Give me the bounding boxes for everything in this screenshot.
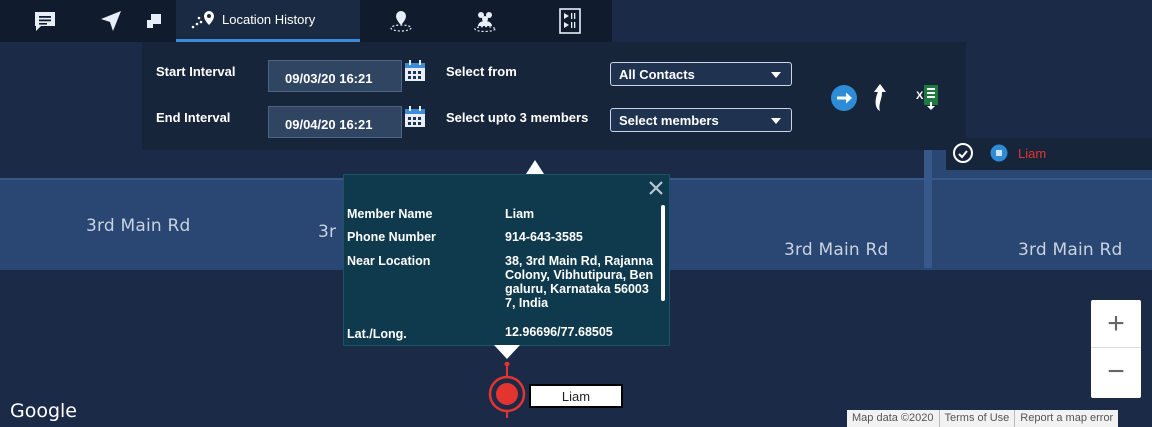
- stop-button-icon[interactable]: [990, 144, 1008, 162]
- map-data-credit: Map data ©2020: [852, 412, 934, 424]
- members-label: Select upto 3 members: [446, 110, 589, 125]
- zoom-control: + −: [1091, 300, 1141, 398]
- excel-export-icon[interactable]: X: [914, 82, 940, 110]
- playback-button[interactable]: [528, 0, 612, 42]
- start-interval-label: Start Interval: [156, 64, 236, 79]
- zoom-in-button[interactable]: +: [1091, 300, 1141, 348]
- map-credits: Map data ©2020 Terms of Use Report a map…: [847, 410, 1119, 427]
- near-location-key: Near Location: [347, 254, 431, 268]
- phone-number-key: Phone Number: [347, 230, 436, 244]
- chevron-down-icon: [771, 118, 781, 124]
- report-map-error-link[interactable]: Report a map error: [1014, 410, 1118, 427]
- phone-number-value: 914-643-3585: [505, 230, 583, 244]
- svg-text:X: X: [916, 90, 924, 102]
- zoom-out-button[interactable]: −: [1091, 348, 1141, 396]
- group-button[interactable]: [442, 0, 528, 42]
- lat-long-key: Lat./Long.: [347, 327, 407, 341]
- message-icon: [35, 12, 55, 31]
- road-label: 3rd Main Rd: [86, 216, 191, 236]
- history-filter-panel: Start Interval 09/03/20 16:21 End Interv…: [142, 42, 966, 150]
- select-from-label: Select from: [446, 64, 517, 79]
- navigate-button[interactable]: [90, 0, 132, 42]
- member-legend: Liam: [946, 138, 1152, 170]
- start-interval-input[interactable]: 09/03/20 16:21: [268, 60, 402, 92]
- popup-scrollbar[interactable]: [661, 205, 665, 301]
- go-arrow-icon[interactable]: [830, 84, 858, 112]
- road-label: 3rd Main Rd: [784, 240, 889, 260]
- location-marker-icon[interactable]: [486, 362, 528, 420]
- lat-long-value: 12.96696/77.68505: [505, 325, 613, 339]
- geofence-button[interactable]: [360, 0, 442, 42]
- member-name-key: Member Name: [347, 207, 433, 221]
- chevron-down-icon: [771, 72, 781, 78]
- road-label: 3r: [318, 222, 337, 242]
- playback-icon: [559, 8, 581, 34]
- terms-of-use-link[interactable]: Terms of Use: [938, 410, 1015, 427]
- members-value: Select members: [619, 113, 719, 128]
- road-label: 3rd Main Rd: [1018, 240, 1123, 260]
- popup-pointer-down: [494, 345, 520, 359]
- legend-member-name[interactable]: Liam: [1018, 146, 1046, 161]
- restore-button[interactable]: [132, 0, 176, 42]
- route-pin-icon: [191, 10, 214, 28]
- member-info-popup: Member Name Liam Phone Number 914-643-35…: [343, 174, 670, 346]
- select-from-dropdown[interactable]: All Contacts: [610, 62, 792, 86]
- geofence-pin-icon: [390, 11, 412, 32]
- road-side: [924, 148, 932, 268]
- calendar-icon[interactable]: [404, 106, 426, 128]
- close-icon[interactable]: [649, 181, 663, 195]
- marker-label: Liam: [529, 384, 623, 408]
- near-location-value: 38, 3rd Main Rd, Rajanna Colony, Vibhuti…: [505, 254, 654, 310]
- members-dropdown[interactable]: Select members: [610, 108, 792, 132]
- undo-icon[interactable]: [868, 82, 892, 112]
- history-back-icon[interactable]: [952, 142, 974, 164]
- top-toolbar: Location History: [0, 0, 612, 42]
- restore-window-icon: [147, 14, 161, 28]
- calendar-icon[interactable]: [404, 60, 426, 82]
- end-interval-input[interactable]: 09/04/20 16:21: [268, 106, 402, 138]
- tab-location-history[interactable]: Location History: [176, 0, 360, 42]
- end-interval-label: End Interval: [156, 110, 231, 125]
- tab-label: Location History: [222, 12, 316, 27]
- select-from-value: All Contacts: [619, 67, 695, 82]
- messages-button[interactable]: [0, 0, 90, 42]
- google-logo: Google: [10, 400, 78, 422]
- navigation-arrow-icon: [101, 11, 121, 31]
- popup-pointer-up: [526, 160, 544, 174]
- group-icon: [474, 12, 496, 32]
- member-name-value: Liam: [505, 207, 535, 221]
